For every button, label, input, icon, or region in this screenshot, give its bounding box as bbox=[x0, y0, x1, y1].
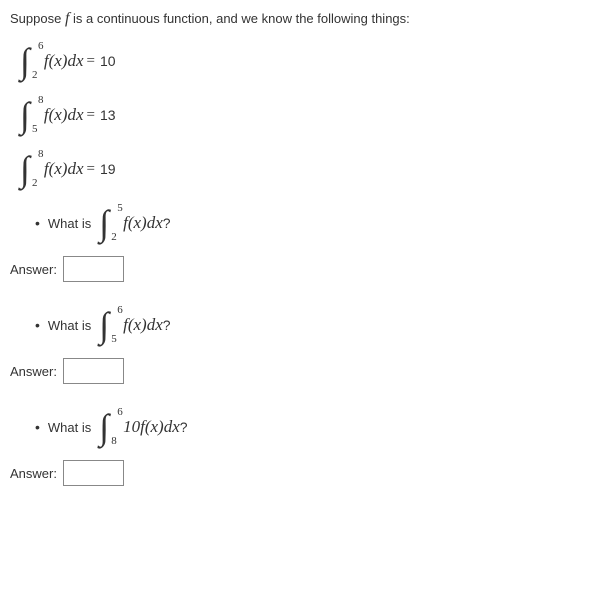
integrand-text: 10f(x)dx bbox=[123, 417, 180, 436]
question-integral: ∫52 f(x)dx? bbox=[99, 205, 170, 241]
integrand: f(x)dx bbox=[44, 105, 84, 125]
lower-bound: 2 bbox=[111, 232, 117, 243]
equals-sign: = bbox=[87, 107, 95, 124]
given-value: 13 bbox=[100, 107, 116, 123]
upper-bound: 5 bbox=[117, 203, 123, 214]
lower-bound: 5 bbox=[32, 124, 38, 135]
integrand: f(x)dx? bbox=[123, 213, 170, 233]
integral-icon: ∫62 bbox=[20, 43, 30, 79]
upper-bound: 8 bbox=[38, 95, 44, 106]
answer-label: Answer: bbox=[10, 364, 57, 379]
question-integral: ∫68 10f(x)dx? bbox=[99, 409, 187, 445]
what-is-label: What is bbox=[48, 216, 91, 231]
upper-bound: 6 bbox=[117, 305, 123, 316]
intro-suffix: is a continuous function, and we know th… bbox=[69, 11, 409, 26]
integrand: f(x)dx bbox=[44, 159, 84, 179]
answer-input-2[interactable] bbox=[63, 358, 124, 384]
equals-sign: = bbox=[87, 53, 95, 70]
bullet-icon: • bbox=[35, 317, 40, 333]
given-integral-3: ∫82 f(x)dx = 19 bbox=[20, 151, 593, 187]
lower-bound: 2 bbox=[32, 178, 38, 189]
integral-icon: ∫65 bbox=[99, 307, 109, 343]
answer-input-3[interactable] bbox=[63, 460, 124, 486]
question-integral: ∫65 f(x)dx? bbox=[99, 307, 170, 343]
question-mark: ? bbox=[163, 215, 171, 231]
answer-input-1[interactable] bbox=[63, 256, 124, 282]
upper-bound: 6 bbox=[117, 407, 123, 418]
bullet-icon: • bbox=[35, 215, 40, 231]
what-is-label: What is bbox=[48, 420, 91, 435]
question-mark: ? bbox=[180, 419, 188, 435]
answer-row-2: Answer: bbox=[10, 358, 593, 384]
given-value: 19 bbox=[100, 161, 116, 177]
question-1: • What is ∫52 f(x)dx? bbox=[35, 205, 593, 241]
integrand: f(x)dx? bbox=[123, 315, 170, 335]
lower-bound: 2 bbox=[32, 70, 38, 81]
given-value: 10 bbox=[100, 53, 116, 69]
integrand-text: f(x)dx bbox=[123, 315, 163, 334]
what-is-label: What is bbox=[48, 318, 91, 333]
bullet-icon: • bbox=[35, 419, 40, 435]
given-integral-1: ∫62 f(x)dx = 10 bbox=[20, 43, 593, 79]
equals-sign: = bbox=[87, 161, 95, 178]
intro-text: Suppose f is a continuous function, and … bbox=[10, 10, 593, 28]
question-mark: ? bbox=[163, 317, 171, 333]
given-integral-2: ∫85 f(x)dx = 13 bbox=[20, 97, 593, 133]
upper-bound: 6 bbox=[38, 41, 44, 52]
integrand-text: f(x)dx bbox=[123, 213, 163, 232]
integral-icon: ∫85 bbox=[20, 97, 30, 133]
intro-prefix: Suppose bbox=[10, 11, 65, 26]
answer-label: Answer: bbox=[10, 466, 57, 481]
question-3: • What is ∫68 10f(x)dx? bbox=[35, 409, 593, 445]
upper-bound: 8 bbox=[38, 149, 44, 160]
question-2: • What is ∫65 f(x)dx? bbox=[35, 307, 593, 343]
answer-row-1: Answer: bbox=[10, 256, 593, 282]
integrand: f(x)dx bbox=[44, 51, 84, 71]
integral-icon: ∫82 bbox=[20, 151, 30, 187]
integrand: 10f(x)dx? bbox=[123, 417, 187, 437]
answer-row-3: Answer: bbox=[10, 460, 593, 486]
integral-icon: ∫52 bbox=[99, 205, 109, 241]
lower-bound: 5 bbox=[111, 334, 117, 345]
answer-label: Answer: bbox=[10, 262, 57, 277]
lower-bound: 8 bbox=[111, 436, 117, 447]
integral-icon: ∫68 bbox=[99, 409, 109, 445]
